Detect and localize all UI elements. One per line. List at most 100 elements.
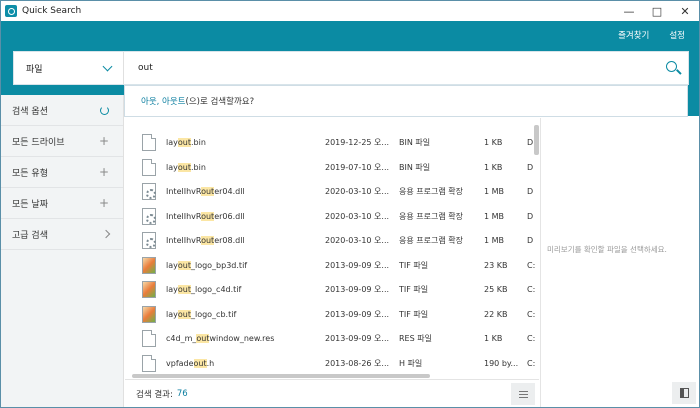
scope-label: 파일 [26, 64, 43, 75]
sidebar-item-label: 모든 날짜 [12, 199, 48, 210]
sidebar-item-label: 검색 옵션 [12, 106, 48, 117]
list-item[interactable]: IntelIhvRouter08.dll 2020-03-10 오... 응용 프로… [125, 228, 535, 253]
file-size: 22 KB [484, 309, 508, 319]
file-size: 190 by... [484, 358, 519, 368]
list-item[interactable]: layout_logo_cb.tif 2013-09-09 오... TIF 파일 2… [125, 302, 535, 327]
file-path: D [527, 236, 534, 245]
file-size: 1 KB [484, 138, 503, 147]
file-date: 2019-07-10 오... [325, 162, 390, 172]
list-item[interactable]: layout_logo_bp3d.tif 2013-09-09 오... TIF 파… [125, 253, 535, 278]
file-icon [142, 354, 156, 372]
suggestion-corrected[interactable]: 아웃, 아웃트 [141, 95, 186, 107]
file-icon [142, 158, 156, 176]
search-suggestion[interactable]: 아웃, 아웃트 (으)로 검색할까요? [124, 85, 688, 117]
file-name: IntelIhvRouter04.dll [166, 187, 245, 196]
file-icon [142, 134, 156, 151]
file-size: 1 KB [484, 162, 503, 172]
file-type: 응용 프로그램 확장 [399, 236, 463, 245]
file-type: TIF 파일 [399, 260, 429, 270]
chevron-down-icon [102, 61, 113, 71]
file-path: D [527, 138, 534, 147]
file-type: BIN 파일 [399, 138, 431, 147]
file-type: BIN 파일 [399, 162, 431, 172]
dll-file-icon [142, 232, 156, 249]
search-bar: 파일 [13, 51, 689, 85]
result-count-label: 검색 결과: [136, 390, 173, 400]
sidebar-item-label: 모든 유형 [12, 168, 48, 179]
suggestion-text: (으)로 검색할까요? [185, 97, 255, 107]
file-size: 23 KB [484, 260, 508, 270]
plus-icon: + [98, 165, 109, 179]
file-path: D [527, 187, 534, 196]
file-name: IntelIhvRouter08.dll [166, 236, 245, 245]
sidebar-item-label: 모든 드라이브 [12, 137, 65, 148]
file-type: 응용 프로그램 확장 [399, 211, 463, 221]
list-item[interactable]: IntelIhvRouter04.dll 2020-03-10 오... 응용 프로… [125, 179, 535, 204]
file-date: 2013-09-09 오... [325, 334, 390, 343]
title-bar: Quick Search — □ ✕ [1, 1, 699, 21]
list-item[interactable]: layout_logo_c4d.tif 2013-09-09 오... TIF 파일… [125, 277, 535, 302]
window-controls: — □ ✕ [615, 1, 699, 21]
list-item[interactable]: layout.bin 2019-07-10 오... BIN 파일 1 KB D [125, 155, 535, 180]
plus-icon: + [98, 196, 109, 210]
minimize-icon[interactable]: — [615, 1, 643, 21]
file-type: H 파일 [399, 358, 423, 368]
maximize-icon[interactable]: □ [643, 1, 671, 21]
close-icon[interactable]: ✕ [671, 1, 699, 21]
scope-dropdown[interactable]: 파일 [14, 52, 124, 84]
file-size: 1 MB [484, 236, 505, 245]
horizontal-scrollbar[interactable] [132, 374, 430, 378]
image-file-icon [142, 256, 156, 274]
list-item[interactable]: IntelIhvRouter06.dll 2020-03-10 오... 응용 프로… [125, 204, 535, 229]
result-count: 76 [176, 389, 188, 399]
file-date: 2020-03-10 오... [325, 236, 390, 245]
file-name: vpfadeout.h [166, 358, 215, 368]
file-name: c4d_m_outwindow_new.res [166, 334, 275, 343]
sidebar-item-types[interactable]: 모든 유형 + [1, 157, 123, 188]
sidebar-item-search-options[interactable]: 검색 옵션 [1, 95, 123, 126]
header-links: 즐겨찾기 설정 [618, 29, 685, 41]
refresh-icon[interactable] [100, 105, 109, 115]
dll-file-icon [142, 183, 156, 200]
vertical-scrollbar[interactable] [534, 125, 539, 155]
settings-link[interactable]: 설정 [669, 29, 685, 41]
list-view-icon[interactable] [511, 383, 535, 405]
file-path: C: [527, 358, 536, 368]
window-title: Quick Search [22, 6, 82, 16]
file-size: 1 MB [484, 211, 505, 221]
results-list: layout.bin 2019-12-25 오... BIN 파일 1 KB Dlayo… [125, 118, 539, 375]
file-date: 2020-03-10 오... [325, 211, 390, 221]
file-name: IntelIhvRouter06.dll [166, 211, 245, 221]
app-window: Quick Search — □ ✕ 즐겨찾기 설정 파일 아웃, 아웃트 (으… [0, 0, 700, 408]
file-size: 25 KB [484, 285, 508, 294]
favorites-link[interactable]: 즐겨찾기 [618, 29, 649, 41]
sidebar-item-advanced[interactable]: 고급 검색 [1, 219, 123, 250]
file-name: layout.bin [166, 138, 206, 147]
file-name: layout_logo_bp3d.tif [166, 260, 248, 270]
dll-file-icon [142, 207, 156, 225]
file-name: layout.bin [166, 162, 206, 172]
sidebar: 검색 옵션 모든 드라이브 + 모든 유형 + 모든 날짜 + 고급 검색 [1, 95, 124, 407]
sidebar-item-dates[interactable]: 모든 날짜 + [1, 188, 123, 219]
results-footer: 검색 결과: 76 [125, 379, 539, 407]
search-input[interactable] [124, 52, 658, 84]
file-path: C: [527, 309, 536, 319]
file-type: TIF 파일 [399, 285, 429, 294]
file-date: 2013-09-09 오... [325, 285, 390, 294]
list-item[interactable]: c4d_m_outwindow_new.res 2013-09-09 오... RE… [125, 326, 535, 351]
file-path: C: [527, 260, 536, 270]
file-type: RES 파일 [399, 334, 432, 343]
preview-panel-toggle-icon[interactable] [672, 382, 696, 404]
list-item[interactable]: vpfadeout.h 2013-08-26 오... H 파일 190 by... C… [125, 351, 535, 376]
plus-icon: + [98, 134, 109, 148]
list-item[interactable]: layout.bin 2019-12-25 오... BIN 파일 1 KB D [125, 130, 535, 155]
file-size: 1 MB [484, 187, 505, 196]
sidebar-item-drives[interactable]: 모든 드라이브 + [1, 126, 123, 157]
image-file-icon [142, 281, 156, 298]
search-icon[interactable] [658, 52, 688, 84]
file-date: 2013-08-26 오... [325, 358, 390, 368]
file-name: layout_logo_c4d.tif [166, 285, 242, 294]
image-file-icon [142, 305, 156, 323]
app-logo-icon [5, 5, 17, 17]
preview-placeholder: 미리보기를 확인할 파일을 선택하세요. [547, 245, 667, 254]
